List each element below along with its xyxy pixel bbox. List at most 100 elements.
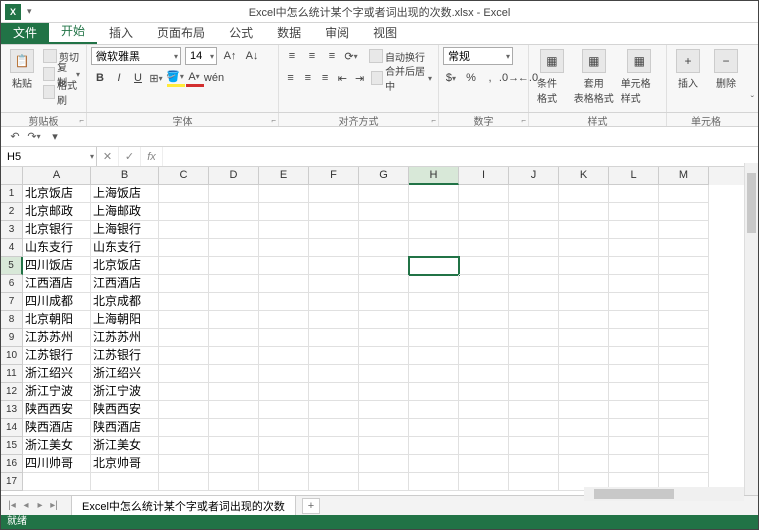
undo-button[interactable]: ↶ [7, 129, 23, 145]
tab-view[interactable]: 视图 [361, 21, 409, 44]
row-header-6[interactable]: 6 [1, 275, 23, 293]
cell-A2[interactable]: 北京邮政 [23, 203, 91, 221]
qat-customize[interactable]: ▾ [47, 129, 63, 145]
col-header-C[interactable]: C [159, 167, 209, 185]
row-header-14[interactable]: 14 [1, 419, 23, 437]
collapse-ribbon-button[interactable]: ˇ [751, 95, 754, 106]
tab-file[interactable]: 文件 [1, 21, 49, 44]
cell-A7[interactable]: 四川成都 [23, 293, 91, 311]
cell-J7[interactable] [509, 293, 559, 311]
cell-G1[interactable] [359, 185, 409, 203]
cell-H7[interactable] [409, 293, 459, 311]
cell-D6[interactable] [209, 275, 259, 293]
cell-J12[interactable] [509, 383, 559, 401]
conditional-format-button[interactable]: ▦条件格式 [533, 47, 571, 107]
cell-B17[interactable] [91, 473, 159, 491]
cell-G11[interactable] [359, 365, 409, 383]
cell-L1[interactable] [609, 185, 659, 203]
cell-I6[interactable] [459, 275, 509, 293]
font-color-button[interactable]: A▾ [186, 69, 204, 87]
cell-G2[interactable] [359, 203, 409, 221]
cell-A6[interactable]: 江西酒店 [23, 275, 91, 293]
cell-C6[interactable] [159, 275, 209, 293]
cell-E13[interactable] [259, 401, 309, 419]
cell-D10[interactable] [209, 347, 259, 365]
col-header-B[interactable]: B [91, 167, 159, 185]
align-center-button[interactable]: ≡ [300, 69, 315, 87]
cell-F1[interactable] [309, 185, 359, 203]
cell-L16[interactable] [609, 455, 659, 473]
cell-A3[interactable]: 北京银行 [23, 221, 91, 239]
cell-L14[interactable] [609, 419, 659, 437]
cell-J6[interactable] [509, 275, 559, 293]
hscroll-thumb[interactable] [594, 489, 674, 499]
row-header-5[interactable]: 5 [1, 257, 23, 275]
enter-formula-button[interactable]: ✓ [119, 147, 141, 166]
cell-B8[interactable]: 上海朝阳 [91, 311, 159, 329]
cell-G7[interactable] [359, 293, 409, 311]
cell-J15[interactable] [509, 437, 559, 455]
row-header-4[interactable]: 4 [1, 239, 23, 257]
cell-H1[interactable] [409, 185, 459, 203]
cell-A5[interactable]: 四川饭店 [23, 257, 91, 275]
fill-color-button[interactable]: 🪣▾ [167, 69, 185, 87]
cell-D3[interactable] [209, 221, 259, 239]
cell-H6[interactable] [409, 275, 459, 293]
cell-M6[interactable] [659, 275, 709, 293]
cell-F16[interactable] [309, 455, 359, 473]
row-header-9[interactable]: 9 [1, 329, 23, 347]
cell-M13[interactable] [659, 401, 709, 419]
cell-D13[interactable] [209, 401, 259, 419]
cell-B2[interactable]: 上海邮政 [91, 203, 159, 221]
format-painter-button[interactable]: 格式刷 [43, 83, 82, 101]
sheet-nav-prev[interactable]: ◂ [19, 500, 33, 511]
cell-M10[interactable] [659, 347, 709, 365]
cell-L11[interactable] [609, 365, 659, 383]
col-header-M[interactable]: M [659, 167, 709, 185]
decrease-font-button[interactable]: A↓ [243, 47, 261, 65]
cell-M8[interactable] [659, 311, 709, 329]
cell-C17[interactable] [159, 473, 209, 491]
cell-M7[interactable] [659, 293, 709, 311]
cell-F15[interactable] [309, 437, 359, 455]
cell-L12[interactable] [609, 383, 659, 401]
cell-D15[interactable] [209, 437, 259, 455]
clipboard-launcher[interactable]: ⌐ [79, 116, 84, 125]
col-header-I[interactable]: I [459, 167, 509, 185]
cell-G6[interactable] [359, 275, 409, 293]
cell-C11[interactable] [159, 365, 209, 383]
row-header-17[interactable]: 17 [1, 473, 23, 491]
sheet-nav-first[interactable]: |◂ [5, 500, 19, 511]
number-format-select[interactable]: 常规▾ [443, 47, 513, 65]
row-header-13[interactable]: 13 [1, 401, 23, 419]
cell-B7[interactable]: 北京成都 [91, 293, 159, 311]
cell-K11[interactable] [559, 365, 609, 383]
cell-E14[interactable] [259, 419, 309, 437]
col-header-E[interactable]: E [259, 167, 309, 185]
paste-button[interactable]: 📋 粘贴 [5, 47, 39, 92]
cell-K13[interactable] [559, 401, 609, 419]
cell-J11[interactable] [509, 365, 559, 383]
cell-B6[interactable]: 江西酒店 [91, 275, 159, 293]
cell-C15[interactable] [159, 437, 209, 455]
cell-A16[interactable]: 四川帅哥 [23, 455, 91, 473]
cell-A14[interactable]: 陕西酒店 [23, 419, 91, 437]
vertical-scrollbar[interactable] [744, 163, 758, 495]
cell-I2[interactable] [459, 203, 509, 221]
cell-J4[interactable] [509, 239, 559, 257]
cell-L9[interactable] [609, 329, 659, 347]
cell-A10[interactable]: 江苏银行 [23, 347, 91, 365]
row-header-8[interactable]: 8 [1, 311, 23, 329]
cell-C14[interactable] [159, 419, 209, 437]
cell-H11[interactable] [409, 365, 459, 383]
cell-K12[interactable] [559, 383, 609, 401]
cell-F14[interactable] [309, 419, 359, 437]
merge-center-button[interactable]: 合并后居中▾ [371, 69, 434, 87]
cell-J1[interactable] [509, 185, 559, 203]
cell-L6[interactable] [609, 275, 659, 293]
name-box[interactable]: H5▾ [1, 147, 97, 166]
cell-L10[interactable] [609, 347, 659, 365]
cell-F7[interactable] [309, 293, 359, 311]
cell-K6[interactable] [559, 275, 609, 293]
tab-insert[interactable]: 插入 [97, 21, 145, 44]
